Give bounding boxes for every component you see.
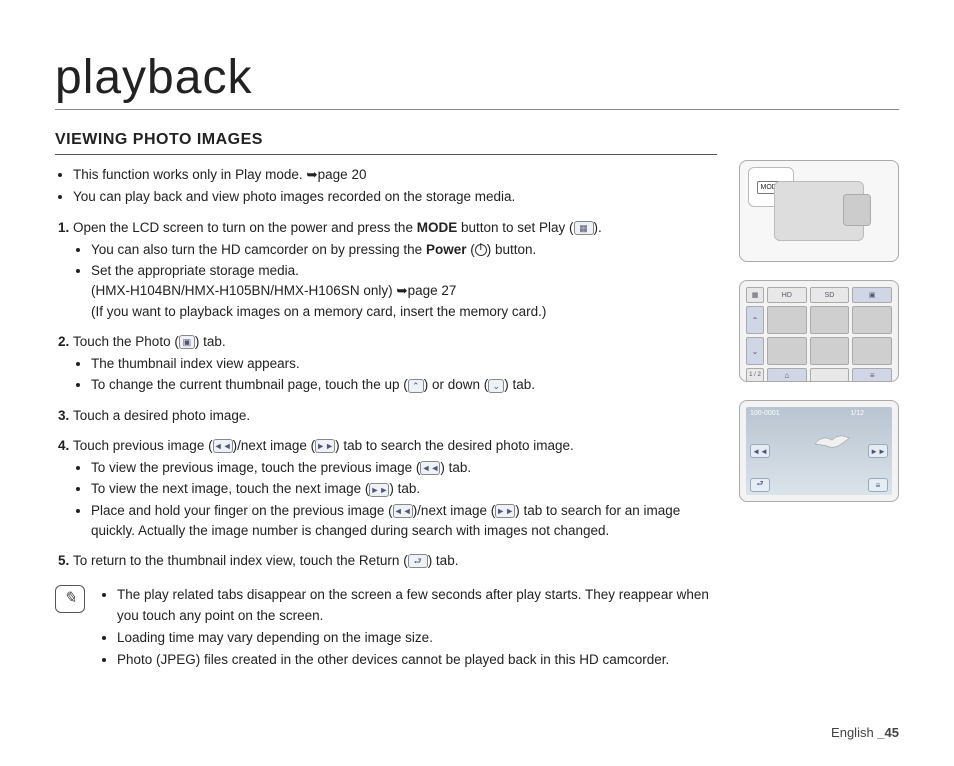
main-content: VIEWING PHOTO IMAGES This function works…: [55, 128, 717, 672]
step-text: (HMX-H104BN/HMX-H105BN/HMX-H106SN only) …: [91, 283, 456, 298]
next-icon: ►►: [315, 439, 335, 453]
illustration-thumbnails: ▦ HD SD ▣ ⌃ ⌄ 1 / 2 ⌂ ≡: [739, 280, 899, 382]
spacer: [810, 368, 850, 382]
step-text: ) tab.: [428, 553, 459, 568]
sidebar: MODE ▦ HD SD ▣ ⌃ ⌄ 1 / 2 ⌂: [739, 160, 899, 672]
step-text: ) tab.: [440, 460, 471, 475]
illustration-photo-view: 100-0001 1/12 ◄◄ ►► ⮐ ≡: [739, 400, 899, 502]
intro-bullet: You can play back and view photo images …: [73, 187, 717, 207]
step-text: )/next image (: [413, 503, 496, 518]
play-mode-icon: ▦: [574, 221, 594, 235]
up-icon: ⌃: [746, 306, 764, 334]
camera-lens-icon: [843, 194, 871, 226]
power-label: Power: [426, 242, 467, 257]
step-5: To return to the thumbnail index view, t…: [73, 551, 717, 571]
thumbnail: [767, 306, 807, 334]
photo-filename: 100-0001: [750, 410, 780, 417]
step-text: Touch previous image (: [73, 438, 213, 453]
note-item: The play related tabs disappear on the s…: [117, 585, 717, 626]
thumbnail: [810, 337, 850, 365]
hd-tab: HD: [767, 287, 807, 303]
step-text: You can also turn the HD camcorder on by…: [91, 242, 426, 257]
step-text: ) tab.: [389, 481, 420, 496]
substep: Set the appropriate storage media. (HMX-…: [91, 261, 717, 322]
camera-body-icon: [774, 181, 864, 241]
step-text: ) button.: [487, 242, 537, 257]
step-text: ).: [594, 220, 602, 235]
thumbnail: [852, 306, 892, 334]
sd-tab: SD: [810, 287, 850, 303]
tool-icon: ⌂: [767, 368, 807, 382]
up-icon: ⌃: [408, 379, 424, 393]
prev-icon: ◄◄: [750, 444, 770, 458]
step-text: Open the LCD screen to turn on the power…: [73, 220, 417, 235]
step-text: To view the previous image, touch the pr…: [91, 460, 420, 475]
step-text: To return to the thumbnail index view, t…: [73, 553, 408, 568]
substep: To view the previous image, touch the pr…: [91, 458, 717, 478]
intro-bullet: This function works only in Play mode. ➥…: [73, 165, 717, 185]
substep: Place and hold your finger on the previo…: [91, 501, 717, 542]
step-text: (If you want to playback images on a mem…: [91, 304, 546, 319]
return-icon: ⮐: [750, 478, 770, 492]
step-4: Touch previous image (◄◄)/next image (►►…: [73, 436, 717, 541]
nav-up-icon: ▦: [746, 287, 764, 303]
down-icon: ⌄: [488, 379, 504, 393]
note-block: ✎ The play related tabs disappear on the…: [55, 585, 717, 672]
menu-icon: ≡: [852, 368, 892, 382]
step-text: To view the next image, touch the next i…: [91, 481, 369, 496]
steps-list: Open the LCD screen to turn on the power…: [73, 218, 717, 572]
page-title: playback: [55, 50, 899, 110]
page-footer: English _45: [831, 725, 899, 740]
photo-tab-icon: ▣: [852, 287, 892, 303]
step-text: ) tab.: [195, 334, 226, 349]
step-text: Place and hold your finger on the previo…: [91, 503, 393, 518]
next-icon: ►►: [495, 504, 515, 518]
step-text: ) tab.: [504, 377, 535, 392]
step-text: To change the current thumbnail page, to…: [91, 377, 408, 392]
photo-tab-icon: ▣: [179, 335, 195, 349]
step-text: Touch a desired photo image.: [73, 408, 250, 423]
step-text: ) tab to search the desired photo image.: [335, 438, 574, 453]
bird-icon: [813, 430, 851, 454]
substep: The thumbnail index view appears.: [91, 354, 717, 374]
step-2: Touch the Photo (▣) tab. The thumbnail i…: [73, 332, 717, 396]
note-item: Loading time may vary depending on the i…: [117, 628, 717, 648]
substep: To view the next image, touch the next i…: [91, 479, 717, 499]
footer-lang: English: [831, 725, 877, 740]
thumbnail: [767, 337, 807, 365]
step-text: ) or down (: [424, 377, 489, 392]
thumbnail: [810, 306, 850, 334]
prev-icon: ◄◄: [213, 439, 233, 453]
down-icon: ⌄: [746, 337, 764, 365]
prev-icon: ◄◄: [393, 504, 413, 518]
substep: To change the current thumbnail page, to…: [91, 375, 717, 395]
substep: You can also turn the HD camcorder on by…: [91, 240, 717, 260]
step-1: Open the LCD screen to turn on the power…: [73, 218, 717, 322]
return-icon: ⮐: [408, 554, 428, 568]
intro-bullets: This function works only in Play mode. ➥…: [73, 165, 717, 208]
page-indicator: 1 / 2: [746, 368, 764, 382]
next-icon: ►►: [868, 444, 888, 458]
section-heading: VIEWING PHOTO IMAGES: [55, 128, 717, 155]
note-icon: ✎: [55, 585, 85, 613]
power-icon: [475, 244, 487, 256]
illustration-camera: MODE: [739, 160, 899, 262]
step-3: Touch a desired photo image.: [73, 406, 717, 426]
photo-counter: 1/12: [850, 410, 864, 417]
step-text: Touch the Photo (: [73, 334, 179, 349]
prev-icon: ◄◄: [420, 461, 440, 475]
menu-icon: ≡: [868, 478, 888, 492]
step-text: (: [466, 242, 474, 257]
mode-label: MODE: [417, 220, 458, 235]
step-text: )/next image (: [233, 438, 316, 453]
footer-page: _45: [877, 725, 899, 740]
step-text: button to set Play (: [457, 220, 573, 235]
next-icon: ►►: [369, 483, 389, 497]
note-list: The play related tabs disappear on the s…: [117, 585, 717, 672]
note-item: Photo (JPEG) files created in the other …: [117, 650, 717, 670]
thumbnail: [852, 337, 892, 365]
step-text: Set the appropriate storage media.: [91, 263, 299, 278]
